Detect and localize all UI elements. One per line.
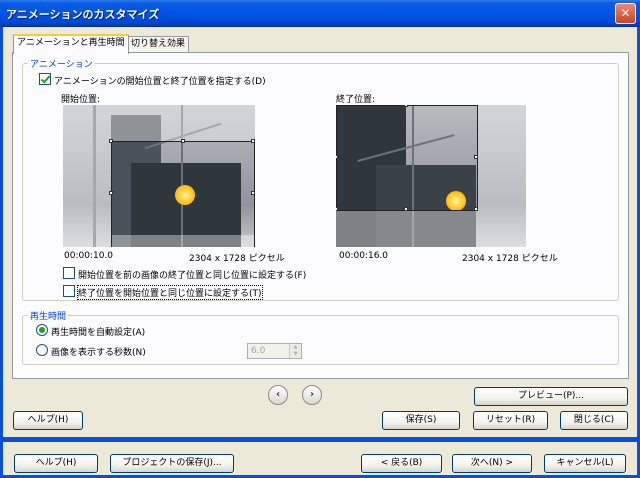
tab-animation-duration[interactable]: アニメーションと再生時間 (13, 34, 129, 54)
end-equals-start-checkbox[interactable] (63, 285, 75, 297)
title-bar: アニメーションのカスタマイズ ✕ (0, 0, 640, 27)
save-button[interactable]: 保存(S) (382, 411, 460, 430)
next-button[interactable]: 次へ(N) > (452, 454, 532, 473)
help-button[interactable]: ヘルプ(H) (13, 411, 83, 430)
end-position-label: 終了位置: (336, 95, 376, 105)
preview-button[interactable]: プレビュー(P)... (474, 387, 628, 406)
auto-duration-label: 再生時間を自動設定(A) (51, 328, 146, 338)
save-project-button[interactable]: プロジェクトの保存(J)... (110, 454, 234, 473)
crop-handle[interactable] (474, 155, 478, 159)
start-time: 00:00:10.0 (64, 251, 114, 261)
seconds-duration-label: 画像を表示する秒数(N) (51, 348, 146, 358)
seconds-input[interactable]: 6.0 ▲ ▼ (247, 343, 302, 359)
seconds-value: 6.0 (251, 346, 266, 356)
specify-positions-checkbox[interactable] (39, 73, 51, 85)
auto-duration-radio[interactable] (36, 324, 48, 336)
crop-handle[interactable] (181, 139, 185, 143)
cancel-button[interactable]: キャンセル(L) (544, 454, 626, 473)
crop-handle[interactable] (251, 191, 255, 195)
animation-group-label: アニメーション (28, 57, 95, 70)
same-as-prev-end-label: 開始位置を前の画像の終了位置と同じ位置に設定する(F) (78, 271, 307, 281)
tab-panel: アニメーション アニメーションの開始位置と終了位置を指定する(D) 開始位置: … (12, 52, 629, 379)
crop-handle[interactable] (336, 207, 338, 211)
duration-group-label: 再生時間 (28, 309, 69, 322)
seconds-duration-radio[interactable] (36, 344, 48, 356)
start-position-label: 開始位置: (61, 95, 101, 105)
window-frame-left (0, 27, 3, 478)
crop-handle[interactable] (336, 155, 338, 159)
crop-handle[interactable] (474, 207, 478, 211)
crop-handle[interactable] (404, 207, 408, 211)
specify-positions-label: アニメーションの開始位置と終了位置を指定する(D) (54, 77, 266, 87)
seconds-stepper[interactable]: ▲ ▼ (289, 344, 301, 358)
back-button[interactable]: < 戻る(B) (361, 454, 442, 473)
crop-handle[interactable] (109, 191, 113, 195)
window-title: アニメーションのカスタマイズ (6, 8, 160, 21)
crop-handle[interactable] (109, 139, 113, 143)
end-image-size: 2304 x 1728 ピクセル (462, 254, 558, 264)
end-crop-rectangle[interactable] (336, 105, 478, 211)
start-image-size: 2304 x 1728 ピクセル (189, 254, 285, 264)
chevron-right-icon: › (309, 389, 315, 400)
footer-separator (3, 437, 637, 442)
end-position-image[interactable] (336, 105, 526, 247)
same-as-prev-end-checkbox[interactable] (63, 267, 75, 279)
next-image-button[interactable]: › (302, 385, 322, 405)
previous-image-button[interactable]: ‹ (268, 385, 288, 405)
reset-button[interactable]: リセット(R) (473, 411, 548, 430)
end-equals-start-label: 終了位置を開始位置と同じ位置に設定する(T) (77, 285, 263, 300)
start-crop-rectangle[interactable] (111, 141, 255, 247)
start-position-image[interactable] (63, 105, 255, 247)
crop-handle[interactable] (404, 105, 408, 107)
end-time: 00:00:16.0 (339, 251, 389, 261)
close-icon[interactable]: ✕ (615, 3, 636, 24)
tab-transition-effect[interactable]: 切り替え効果 (127, 36, 190, 53)
crop-handle[interactable] (251, 139, 255, 143)
close-button[interactable]: 閉じる(C) (560, 411, 628, 430)
wizard-help-button[interactable]: ヘルプ(H) (14, 454, 98, 473)
chevron-left-icon: ‹ (275, 389, 281, 400)
